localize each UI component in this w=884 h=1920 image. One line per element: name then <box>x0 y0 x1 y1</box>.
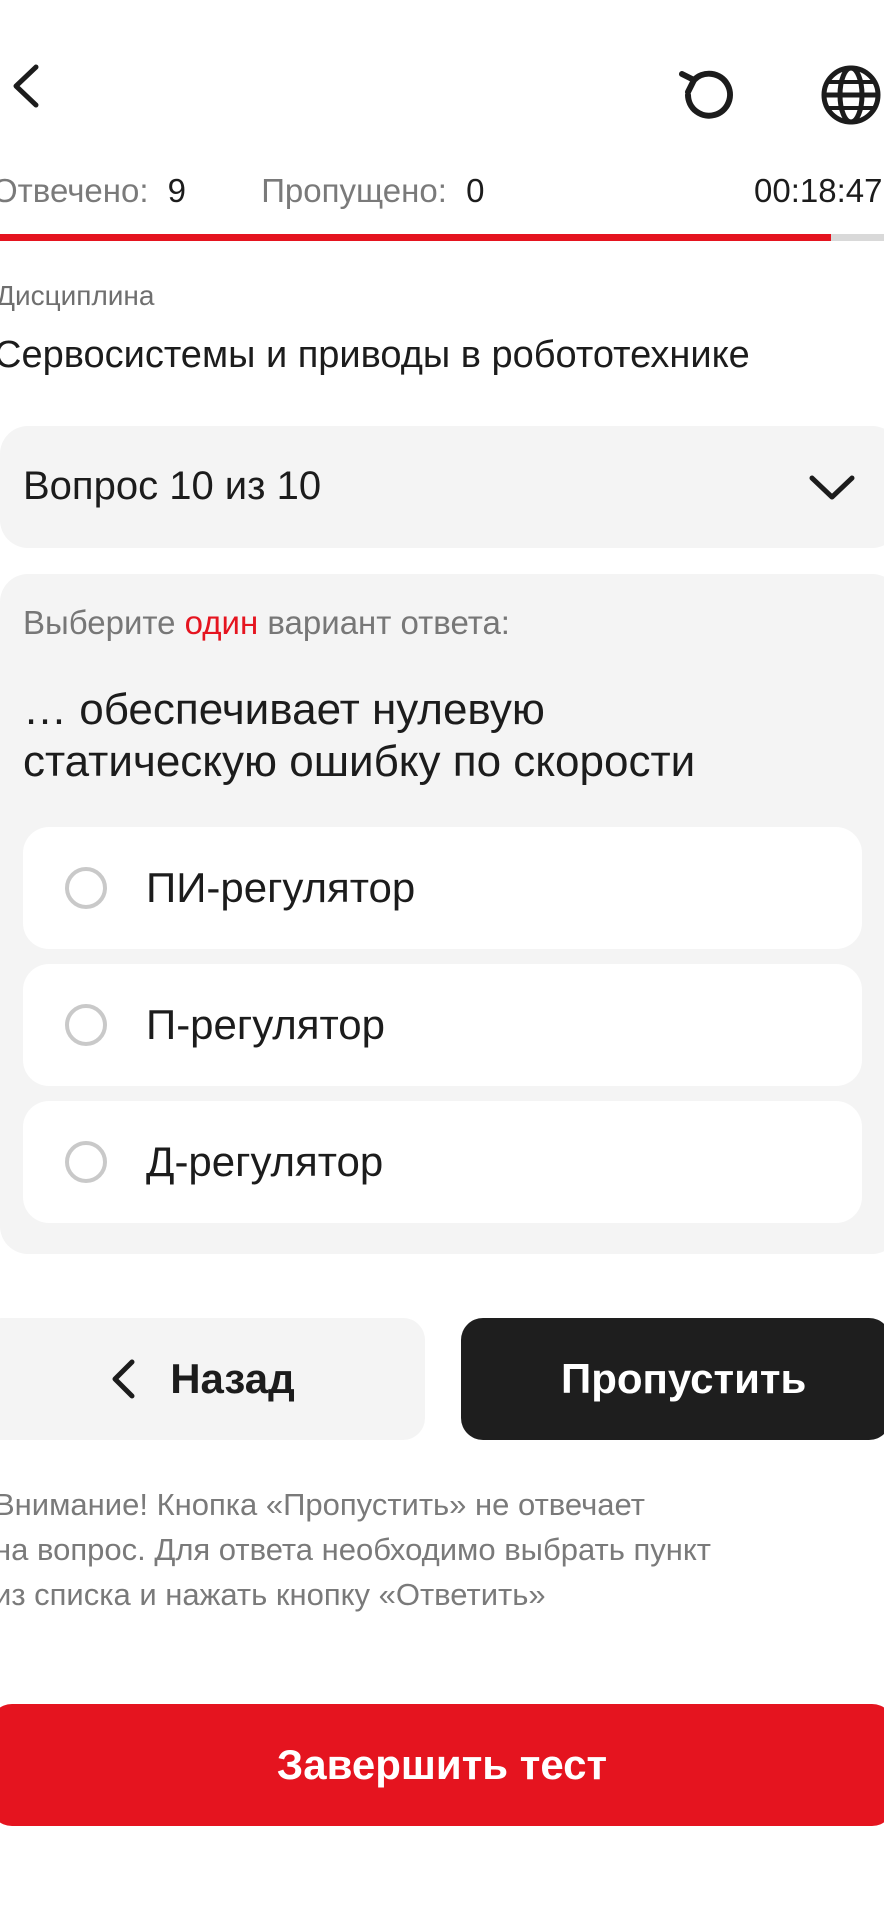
option-d-regulator[interactable]: Д-регулятор <box>23 1101 862 1223</box>
option-pi-regulator[interactable]: ПИ-регулятор <box>23 827 862 949</box>
question-text: … обеспечивает нулевую статическую ошибк… <box>23 684 695 788</box>
radio-button[interactable] <box>65 867 107 909</box>
skipped-value: 0 <box>466 172 485 209</box>
timer: 00:18:47 <box>754 172 883 209</box>
radio-button[interactable] <box>65 1141 107 1183</box>
skipped-label: Пропущено: <box>261 172 447 209</box>
back-icon[interactable] <box>0 56 50 116</box>
back-button-label: Назад <box>170 1355 295 1402</box>
instruction-highlight: один <box>184 604 259 641</box>
option-label: П-регулятор <box>146 1001 386 1048</box>
question-instruction: Выберите один вариант ответа: <box>23 604 510 642</box>
chevron-down-icon[interactable] <box>804 462 860 512</box>
discipline-name: Сервосистемы и приводы в робототехнике <box>0 334 750 376</box>
warning-line1: Внимание! Кнопка «Пропустить» не отвечае… <box>0 1487 645 1522</box>
question-text-line1: … обеспечивает нулевую <box>23 685 545 734</box>
option-p-regulator[interactable]: П-регулятор <box>23 964 862 1086</box>
question-selector[interactable]: Вопрос 10 из 10 <box>0 426 884 548</box>
skip-button-label: Пропустить <box>561 1355 807 1402</box>
chevron-left-icon <box>110 1358 136 1400</box>
reset-icon[interactable] <box>672 60 742 130</box>
progress-track <box>0 234 884 241</box>
discipline-label: Дисциплина <box>0 280 155 311</box>
answered-label: Отвечено: <box>0 172 149 209</box>
stats-row: Отвечено: 9 Пропущено: 0 <box>0 172 884 216</box>
instruction-prefix: Выберите <box>23 604 176 641</box>
back-button[interactable]: Назад <box>0 1318 425 1440</box>
warning-line2: на вопрос. Для ответа необходимо выбрать… <box>0 1532 711 1567</box>
warning-text: Внимание! Кнопка «Пропустить» не отвечае… <box>0 1482 711 1617</box>
progress-fill <box>0 234 831 241</box>
option-label: Д-регулятор <box>146 1138 384 1185</box>
instruction-suffix: вариант ответа: <box>267 604 510 641</box>
question-text-line2: статическую ошибку по скорости <box>23 737 696 786</box>
warning-line3: из списка и нажать кнопку «Ответить» <box>0 1577 546 1612</box>
finish-test-button[interactable]: Завершить тест <box>0 1704 884 1826</box>
globe-icon[interactable] <box>818 60 884 130</box>
finish-test-label: Завершить тест <box>276 1741 608 1788</box>
option-label: ПИ-регулятор <box>146 864 416 911</box>
question-card: Выберите один вариант ответа: … обеспечи… <box>0 574 884 1254</box>
skip-button[interactable]: Пропустить <box>461 1318 884 1440</box>
radio-button[interactable] <box>65 1004 107 1046</box>
question-selector-label: Вопрос 10 из 10 <box>23 464 322 508</box>
answered-value: 9 <box>167 172 187 209</box>
